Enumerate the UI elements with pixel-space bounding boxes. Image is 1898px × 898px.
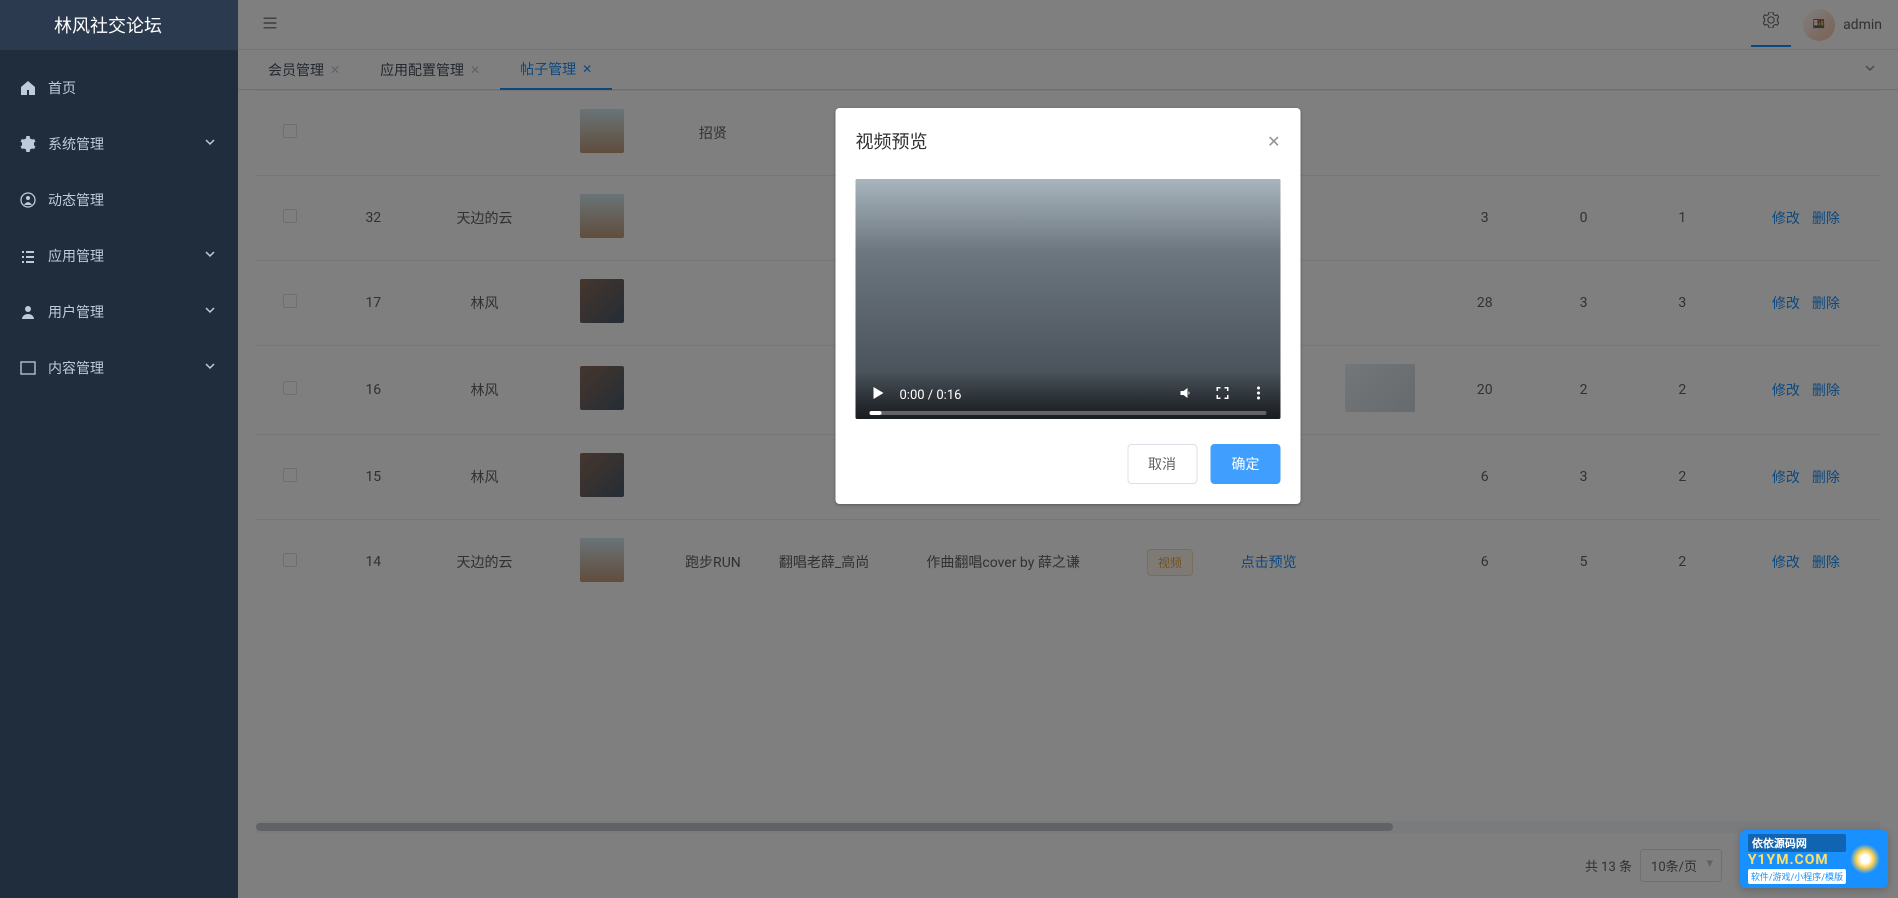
user-icon (20, 304, 36, 320)
modal-body: 0:00 / 0:16 (836, 164, 1301, 434)
sidebar-item-app[interactable]: 应用管理 (0, 228, 238, 284)
video-player[interactable]: 0:00 / 0:16 (856, 179, 1281, 419)
list-icon (20, 248, 36, 264)
sidebar-item-label: 应用管理 (48, 246, 104, 266)
gear-icon (20, 136, 36, 152)
sidebar-item-label: 用户管理 (48, 302, 104, 322)
sidebar-item-content[interactable]: 内容管理 (0, 340, 238, 396)
chevron-down-icon (202, 246, 218, 266)
close-icon[interactable]: ✕ (1267, 132, 1280, 151)
chevron-down-icon (202, 134, 218, 154)
chevron-down-icon (202, 358, 218, 378)
watermark-icon (1850, 844, 1880, 874)
modal-header: 视频预览 ✕ (836, 108, 1301, 164)
main: 🍱 admin 会员管理 ✕ 应用配置管理 ✕ 帖子管理 ✕ (238, 0, 1898, 898)
play-icon[interactable] (870, 385, 886, 405)
chevron-down-icon (202, 302, 218, 322)
grid-icon (20, 360, 36, 376)
volume-icon[interactable] (1179, 385, 1195, 405)
watermark-domain: Y1YM.COM (1748, 852, 1846, 868)
video-progress[interactable] (870, 411, 1267, 415)
sidebar: 林风社交论坛 首页 系统管理 动态管理 应用管理 用户管理 (0, 0, 238, 898)
watermark-tag: 软件/游戏/小程序/模版 (1748, 869, 1846, 884)
sidebar-item-label: 系统管理 (48, 134, 104, 154)
watermark-badge: 依依源码网 Y1YM.COM 软件/游戏/小程序/模版 (1740, 830, 1888, 888)
modal-title: 视频预览 (856, 128, 1268, 154)
more-icon[interactable] (1251, 385, 1267, 405)
confirm-button[interactable]: 确定 (1211, 444, 1281, 484)
user-circle-icon (20, 192, 36, 208)
sidebar-item-system[interactable]: 系统管理 (0, 116, 238, 172)
sidebar-item-user[interactable]: 用户管理 (0, 284, 238, 340)
video-preview-modal: 视频预览 ✕ 0:00 / 0:16 (836, 108, 1301, 504)
fullscreen-icon[interactable] (1215, 385, 1231, 405)
sidebar-item-dynamic[interactable]: 动态管理 (0, 172, 238, 228)
modal-footer: 取消 确定 (836, 434, 1301, 504)
video-time: 0:00 / 0:16 (900, 388, 962, 403)
watermark-text: 依依源码网 (1748, 834, 1846, 852)
sidebar-menu: 首页 系统管理 动态管理 应用管理 用户管理 (0, 50, 238, 396)
home-icon (20, 80, 36, 96)
sidebar-item-label: 内容管理 (48, 358, 104, 378)
sidebar-item-label: 动态管理 (48, 190, 104, 210)
sidebar-item-label: 首页 (48, 78, 76, 98)
cancel-button[interactable]: 取消 (1127, 444, 1197, 484)
sidebar-item-home[interactable]: 首页 (0, 60, 238, 116)
app-logo[interactable]: 林风社交论坛 (0, 0, 238, 50)
